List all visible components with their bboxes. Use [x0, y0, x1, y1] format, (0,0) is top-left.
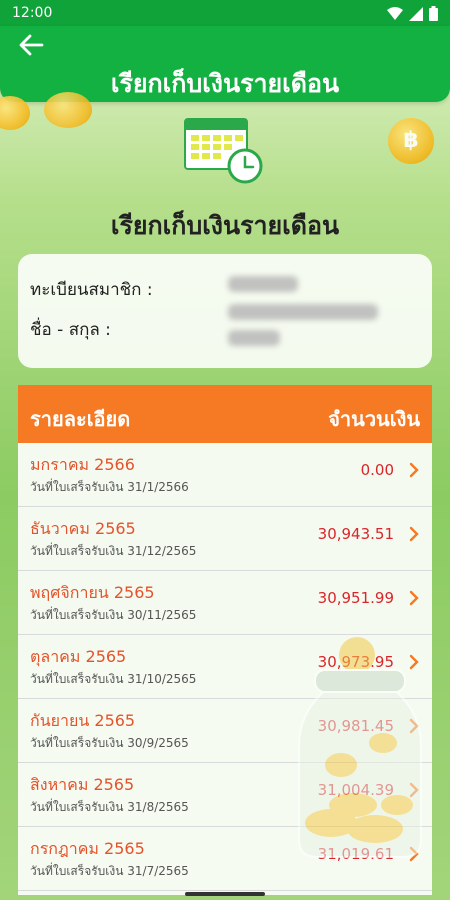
row-amount: 31,019.61	[317, 845, 394, 863]
row-receipt-date: วันที่ใบเสร็จรับเงิน 31/10/2565	[30, 672, 197, 686]
billing-list: รายละเอียด จำนวนเงิน มกราคม 2566 วันที่ใ…	[18, 385, 432, 895]
row-receipt-date: วันที่ใบเสร็จรับเงิน 31/12/2565	[30, 544, 197, 558]
member-name-value-line2	[228, 330, 280, 346]
coin-icon: ฿	[388, 118, 434, 164]
billing-row[interactable]: กรกฎาคม 2565 วันที่ใบเสร็จรับเงิน 31/7/2…	[18, 827, 432, 891]
app-bar: เรียกเก็บเงินรายเดือน	[0, 26, 450, 102]
row-month: ธันวาคม 2565	[30, 519, 136, 538]
billing-row[interactable]: สิงหาคม 2565 วันที่ใบเสร็จรับเงิน 31/8/2…	[18, 763, 432, 827]
hero-title: เรียกเก็บเงินรายเดือน	[110, 211, 340, 240]
member-name-label: ชื่อ - สกุล :	[30, 320, 111, 340]
row-amount: 0.00	[360, 461, 394, 479]
chevron-right-icon	[409, 846, 419, 862]
billing-row[interactable]: ตุลาคม 2565 วันที่ใบเสร็จรับเงิน 31/10/2…	[18, 635, 432, 699]
column-amount-header: จำนวนเงิน	[328, 407, 420, 431]
row-receipt-date: วันที่ใบเสร็จรับเงิน 30/11/2565	[30, 608, 197, 622]
chevron-right-icon	[409, 782, 419, 798]
chevron-right-icon	[409, 526, 419, 542]
home-indicator	[185, 892, 265, 896]
member-id-label: ทะเบียนสมาชิก :	[30, 280, 153, 300]
coin-icon	[44, 92, 92, 128]
row-month: กันยายน 2565	[30, 711, 136, 730]
chevron-right-icon	[409, 654, 419, 670]
row-amount: 30,943.51	[317, 525, 394, 543]
status-bar: 12:00	[0, 0, 450, 26]
list-header: รายละเอียด จำนวนเงิน	[18, 385, 432, 443]
billing-row[interactable]: กันยายน 2565 วันที่ใบเสร็จรับเงิน 30/9/2…	[18, 699, 432, 763]
row-month: ตุลาคม 2565	[30, 647, 127, 666]
chevron-right-icon	[409, 718, 419, 734]
row-month: มกราคม 2566	[30, 455, 135, 474]
row-month: กรกฎาคม 2565	[30, 839, 145, 858]
row-receipt-date: วันที่ใบเสร็จรับเงิน 30/9/2565	[30, 736, 189, 750]
row-receipt-date: วันที่ใบเสร็จรับเงิน 31/1/2566	[30, 480, 189, 494]
status-icons	[387, 6, 438, 21]
row-amount: 30,981.45	[317, 717, 394, 735]
billing-row[interactable]: ธันวาคม 2565 วันที่ใบเสร็จรับเงิน 31/12/…	[18, 507, 432, 571]
chevron-right-icon	[409, 462, 419, 478]
row-amount: 31,004.39	[317, 781, 394, 799]
row-receipt-date: วันที่ใบเสร็จรับเงิน 31/7/2565	[30, 864, 189, 878]
row-amount: 30,973.95	[317, 653, 394, 671]
back-arrow-icon[interactable]	[18, 34, 44, 56]
member-name-value	[228, 304, 378, 320]
calendar-clock-icon	[184, 118, 263, 184]
chevron-right-icon	[409, 590, 419, 606]
member-info-card: ทะเบียนสมาชิก : ชื่อ - สกุล :	[18, 254, 432, 368]
column-detail-header: รายละเอียด	[30, 407, 131, 431]
row-receipt-date: วันที่ใบเสร็จรับเงิน 31/8/2565	[30, 800, 189, 814]
billing-row[interactable]: มกราคม 2566 วันที่ใบเสร็จรับเงิน 31/1/25…	[18, 443, 432, 507]
row-amount: 30,951.99	[317, 589, 394, 607]
signal-icon	[409, 6, 423, 21]
row-month: สิงหาคม 2565	[30, 775, 135, 794]
battery-icon	[429, 6, 438, 21]
status-time: 12:00	[12, 5, 53, 21]
wifi-icon	[387, 6, 403, 20]
row-month: พฤศจิกายน 2565	[30, 583, 155, 602]
member-id-value	[228, 276, 298, 292]
billing-row[interactable]: พฤศจิกายน 2565 วันที่ใบเสร็จรับเงิน 30/1…	[18, 571, 432, 635]
